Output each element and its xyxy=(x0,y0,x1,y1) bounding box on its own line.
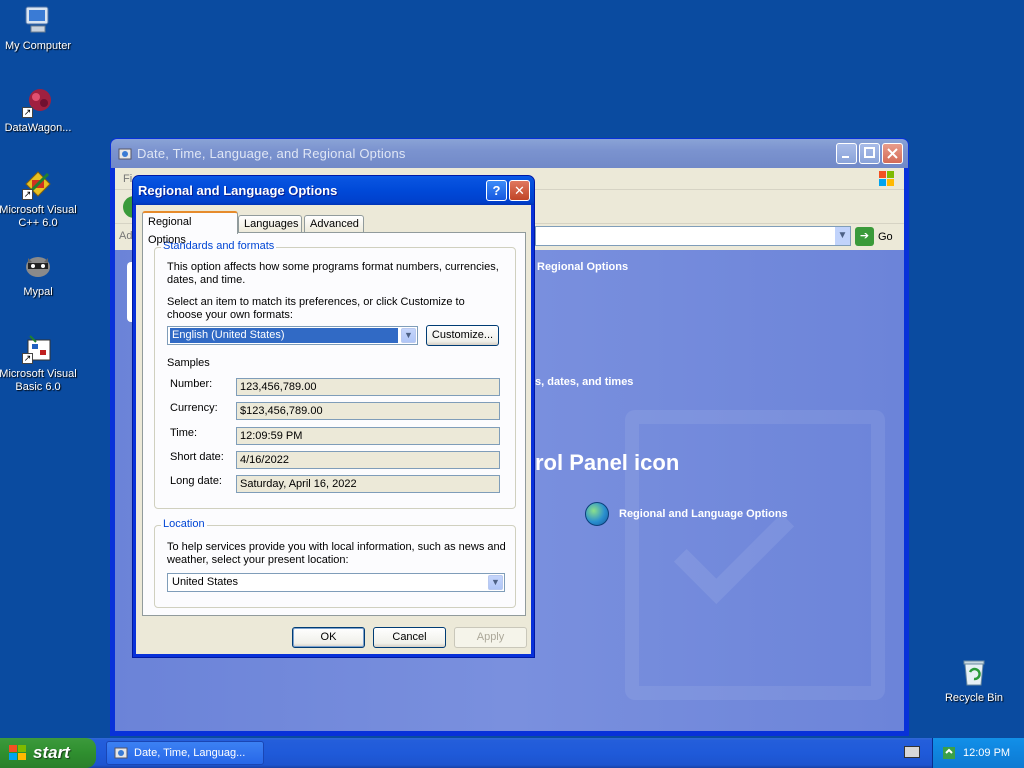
taskbar-item-control-panel[interactable]: Date, Time, Languag... xyxy=(106,741,264,765)
recycle-bin-label: Recycle Bin xyxy=(944,692,1004,704)
minimize-icon xyxy=(842,156,849,158)
chevron-down-icon[interactable]: ▼ xyxy=(401,328,416,343)
regional-options-item[interactable]: Regional and Language Options xyxy=(585,502,788,526)
taskbar: start Date, Time, Languag... 12:09 PM xyxy=(0,738,1024,768)
shortcut-arrow-icon: ↗ xyxy=(22,353,33,364)
close-button[interactable] xyxy=(882,143,903,164)
tab-languages[interactable]: Languages xyxy=(238,215,302,233)
go-button[interactable]: ➔ Go xyxy=(855,227,893,246)
desktop-icon-visual-basic[interactable]: ↗ Microsoft Visual Basic 6.0 xyxy=(0,332,78,394)
sample-currency-value: $123,456,789.00 xyxy=(236,402,500,420)
tab-regional-options[interactable]: Regional Options xyxy=(142,211,238,246)
my-computer-icon xyxy=(22,4,54,36)
select-prompt: Select an item to match its preferences,… xyxy=(167,296,465,321)
regional-options-label: Regional and Language Options xyxy=(619,508,788,520)
sample-number-label: Number: xyxy=(170,378,213,390)
mypal-raccoon-icon xyxy=(22,250,54,282)
desktop-icon-datawagon[interactable]: ↗ DataWagon... xyxy=(0,86,78,135)
start-label: start xyxy=(33,743,70,762)
datawagon-icon: ↗ xyxy=(22,86,54,118)
location-description: To help services provide you with local … xyxy=(167,541,506,566)
chevron-down-icon[interactable]: ▼ xyxy=(834,227,850,245)
sample-short-date-label: Short date: xyxy=(170,451,224,463)
cancel-button[interactable]: Cancel xyxy=(373,627,446,648)
dialog-title: Regional and Language Options xyxy=(138,183,338,198)
desktop-icon-my-computer[interactable]: My Computer xyxy=(0,4,78,53)
maximize-icon xyxy=(864,147,875,158)
locale-selected-value: English (United States) xyxy=(170,328,398,343)
control-panel-icon xyxy=(114,747,128,759)
dialog-titlebar[interactable]: Regional and Language Options ? ✕ xyxy=(133,176,534,205)
visual-basic-icon: ↗ xyxy=(22,332,54,364)
visual-cpp-icon: ↗ xyxy=(22,168,54,200)
task-link[interactable]: s, dates, and times xyxy=(535,376,633,388)
start-button[interactable]: start xyxy=(0,738,96,768)
apply-button[interactable]: Apply xyxy=(454,627,527,648)
ok-button[interactable]: OK xyxy=(292,627,365,648)
desktop-icon-label: Microsoft Visual C++ 6.0 xyxy=(0,204,77,229)
globe-icon xyxy=(585,502,609,526)
desktop-icon-recycle-bin[interactable]: Recycle Bin xyxy=(938,656,1010,704)
sample-time-label: Time: xyxy=(170,427,198,439)
desktop-icon-label: Mypal xyxy=(23,286,53,298)
system-tray: 12:09 PM xyxy=(932,738,1024,768)
location-select[interactable]: United States ▼ xyxy=(167,573,505,592)
samples-heading: Samples xyxy=(167,357,210,369)
standards-group: Standards and formats This option affect… xyxy=(154,240,516,509)
location-legend: Location xyxy=(161,518,207,530)
help-button[interactable]: ? xyxy=(486,180,507,201)
chevron-down-icon[interactable]: ▼ xyxy=(488,575,503,590)
desktop-icon-mypal[interactable]: Mypal xyxy=(0,250,78,299)
windows-logo-icon xyxy=(876,170,898,188)
address-label: Ad xyxy=(119,230,133,242)
category-header: Regional Options xyxy=(537,261,629,273)
tab-advanced[interactable]: Advanced xyxy=(304,215,364,233)
control-panel-titlebar[interactable]: Date, Time, Language, and Regional Optio… xyxy=(111,139,908,168)
shortcut-arrow-icon: ↗ xyxy=(22,189,33,200)
sample-long-date-label: Long date: xyxy=(170,475,222,487)
desktop-icon-label: DataWagon... xyxy=(4,122,72,134)
network-icon[interactable] xyxy=(941,745,957,761)
location-group: Location To help services provide you wi… xyxy=(154,518,516,608)
locale-select[interactable]: English (United States) ▼ xyxy=(167,326,418,345)
desktop-icon-visual-cpp[interactable]: ↗ Microsoft Visual C++ 6.0 xyxy=(0,168,78,230)
location-selected-value: United States xyxy=(172,576,239,588)
dialog-close-button[interactable]: ✕ xyxy=(509,180,530,201)
pick-icon-heading: rol Panel icon xyxy=(535,450,680,475)
regional-options-panel: Standards and formats This option affect… xyxy=(142,232,526,616)
taskbar-item-label: Date, Time, Languag... xyxy=(134,747,246,759)
keyboard-icon[interactable] xyxy=(904,746,920,758)
shortcut-arrow-icon: ↗ xyxy=(22,107,33,118)
clock[interactable]: 12:09 PM xyxy=(963,747,1010,759)
desktop-icon-label: Microsoft Visual Basic 6.0 xyxy=(0,368,77,393)
minimize-button[interactable] xyxy=(836,143,857,164)
sample-currency-label: Currency: xyxy=(170,402,218,414)
control-panel-title: Date, Time, Language, and Regional Optio… xyxy=(137,146,406,161)
control-panel-icon xyxy=(117,146,133,162)
address-input[interactable]: ▼ xyxy=(535,226,851,246)
sample-number-value: 123,456,789.00 xyxy=(236,378,500,396)
maximize-button[interactable] xyxy=(859,143,880,164)
customize-button[interactable]: Customize... xyxy=(426,325,499,346)
sample-time-value: 12:09:59 PM xyxy=(236,427,500,445)
regional-language-dialog[interactable]: Regional and Language Options ? ✕ Region… xyxy=(132,175,535,658)
recycle-bin-icon xyxy=(958,656,990,688)
sample-long-date-value: Saturday, April 16, 2022 xyxy=(236,475,500,493)
standards-description: This option affects how some programs fo… xyxy=(167,261,499,286)
close-icon xyxy=(887,148,898,159)
go-arrow-icon: ➔ xyxy=(855,227,874,246)
dialog-body: Regional Options Languages Advanced Stan… xyxy=(136,205,531,654)
windows-flag-icon xyxy=(8,744,28,762)
sample-short-date-value: 4/16/2022 xyxy=(236,451,500,469)
go-label: Go xyxy=(878,230,893,243)
menu-file[interactable]: Fi xyxy=(123,173,132,185)
desktop-icon-label: My Computer xyxy=(4,40,72,52)
